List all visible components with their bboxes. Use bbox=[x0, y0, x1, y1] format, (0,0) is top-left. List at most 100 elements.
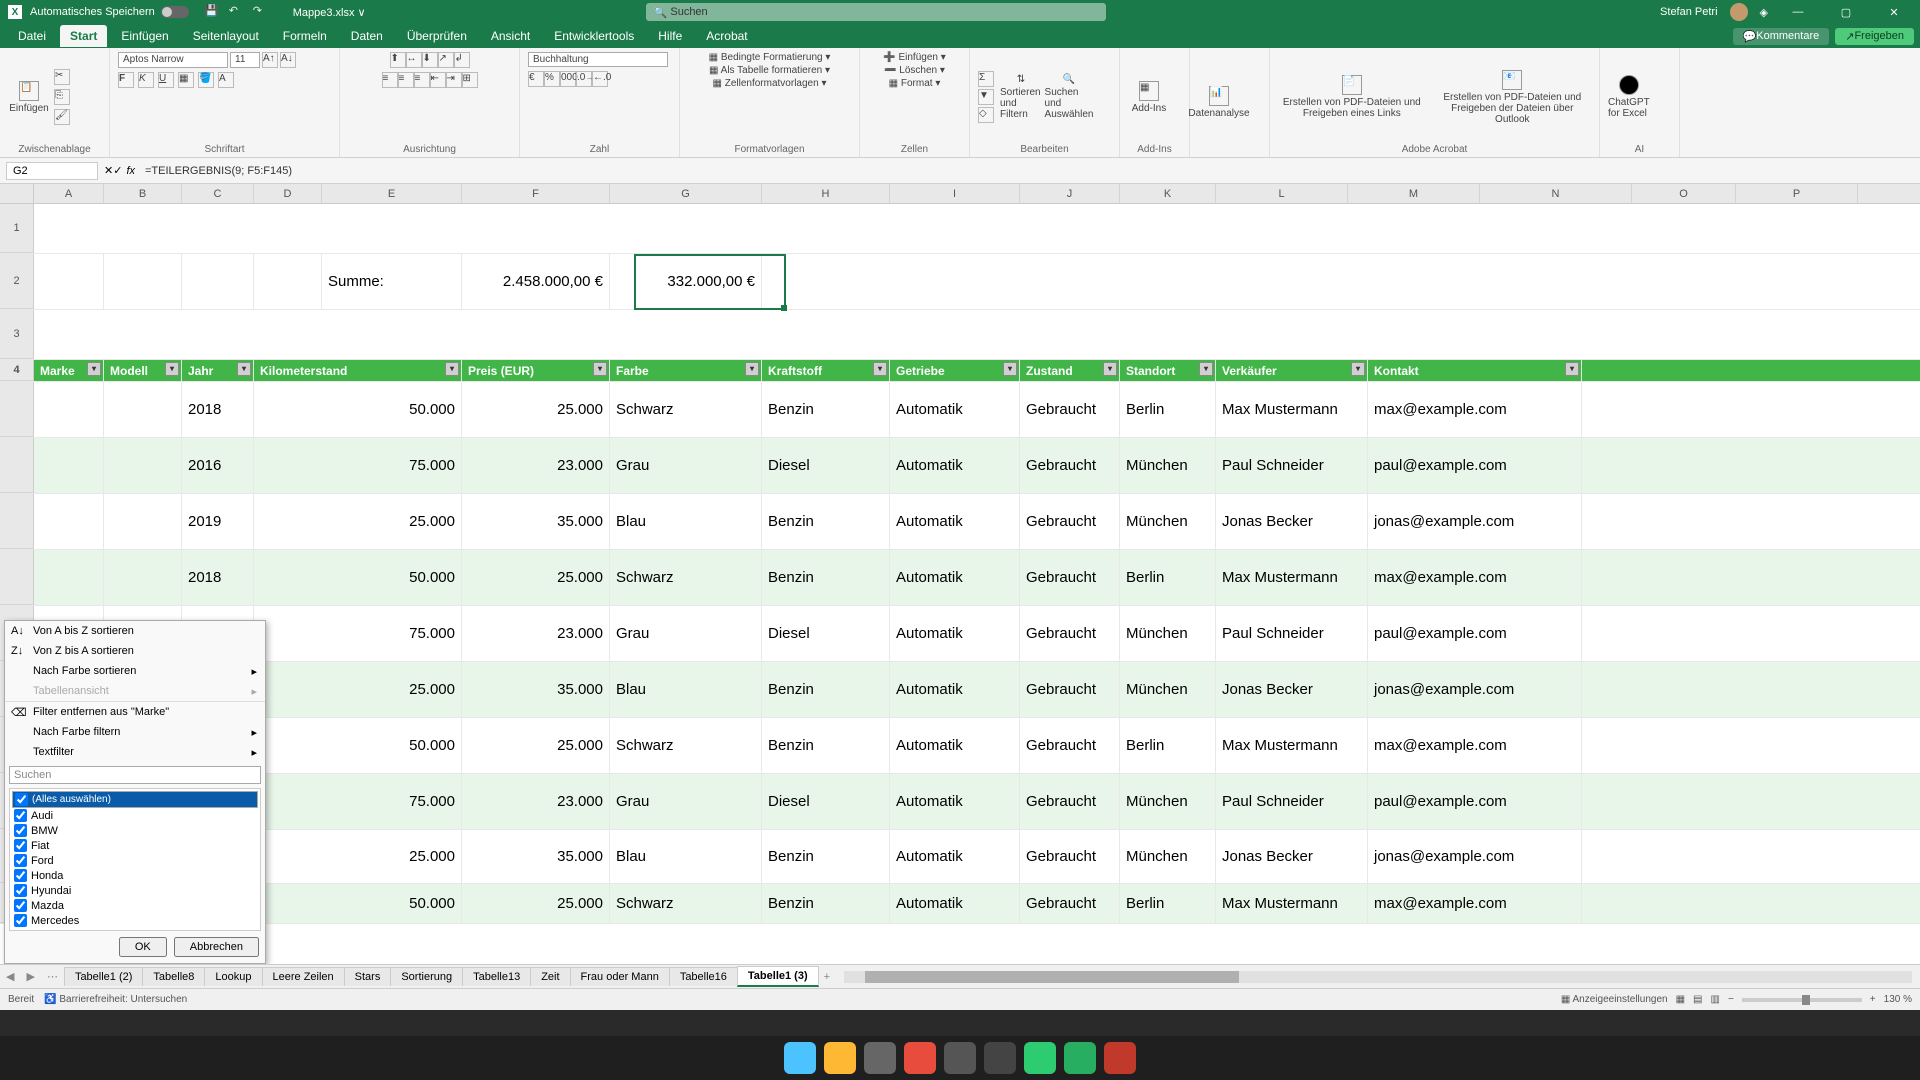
checkbox[interactable] bbox=[14, 854, 27, 867]
cell-farbe[interactable]: Schwarz bbox=[610, 718, 762, 773]
cell-getr[interactable]: Automatik bbox=[890, 718, 1020, 773]
filter-item[interactable]: BMW bbox=[12, 823, 258, 838]
cell-marke[interactable] bbox=[34, 550, 104, 605]
page-break-icon[interactable]: ▥ bbox=[1711, 994, 1720, 1005]
horizontal-scrollbar[interactable] bbox=[844, 971, 1912, 983]
fill-color-icon[interactable]: 🪣 bbox=[198, 72, 214, 88]
align-right-icon[interactable]: ≡ bbox=[414, 72, 430, 88]
filter-item[interactable]: Honda bbox=[12, 868, 258, 883]
taskbar-icon[interactable] bbox=[984, 1042, 1016, 1074]
row-header[interactable] bbox=[0, 382, 34, 437]
checkbox[interactable] bbox=[14, 869, 27, 882]
cell-farbe[interactable]: Blau bbox=[610, 662, 762, 717]
toggle-switch-icon[interactable] bbox=[161, 6, 189, 18]
col-header-n[interactable]: N bbox=[1480, 184, 1632, 203]
checkbox[interactable] bbox=[14, 914, 27, 927]
cell-farbe[interactable]: Schwarz bbox=[610, 884, 762, 923]
cell-zust[interactable]: Gebraucht bbox=[1020, 662, 1120, 717]
checkbox[interactable] bbox=[14, 839, 27, 852]
filter-item[interactable]: Audi bbox=[12, 808, 258, 823]
display-settings-button[interactable]: ▦ Anzeigeeinstellungen bbox=[1561, 994, 1668, 1005]
decimal-inc-icon[interactable]: .0→ bbox=[576, 71, 592, 87]
th-modell[interactable]: Modell▾ bbox=[104, 360, 182, 381]
font-size-select[interactable]: 11 bbox=[230, 52, 260, 68]
cell-kontakt[interactable]: max@example.com bbox=[1368, 718, 1582, 773]
row-header[interactable]: 1 bbox=[0, 204, 34, 253]
th-preis[interactable]: Preis (EUR)▾ bbox=[462, 360, 610, 381]
cell-kontakt[interactable]: max@example.com bbox=[1368, 382, 1582, 437]
decrease-font-icon[interactable]: A↓ bbox=[280, 52, 296, 68]
find-select-button[interactable]: 🔍Suchen und Auswählen bbox=[1048, 74, 1090, 120]
checkbox[interactable] bbox=[14, 884, 27, 897]
cell-jahr[interactable]: 2018 bbox=[182, 382, 254, 437]
filter-ok-button[interactable]: OK bbox=[119, 937, 167, 957]
cell-zust[interactable]: Gebraucht bbox=[1020, 830, 1120, 883]
cell-zust[interactable]: Gebraucht bbox=[1020, 550, 1120, 605]
taskbar-icon[interactable] bbox=[1024, 1042, 1056, 1074]
cell-verk[interactable]: Paul Schneider bbox=[1216, 438, 1368, 493]
cut-icon[interactable]: ✂ bbox=[54, 69, 70, 85]
new-sheet-button[interactable]: + bbox=[818, 971, 836, 983]
cell-zust[interactable]: Gebraucht bbox=[1020, 606, 1120, 661]
cell-verk[interactable]: Jonas Becker bbox=[1216, 494, 1368, 549]
filename[interactable]: Mappe3.xlsx ∨ bbox=[293, 6, 366, 19]
row-header[interactable] bbox=[0, 550, 34, 605]
data-analysis-button[interactable]: 📊Datenanalyse bbox=[1198, 86, 1240, 119]
pdf-outlook-button[interactable]: 📧Erstellen von PDF-Dateien und Freigeben… bbox=[1434, 70, 1591, 125]
addins-button[interactable]: ▦Add-Ins bbox=[1128, 81, 1170, 114]
percent-icon[interactable]: % bbox=[544, 71, 560, 87]
cell-getr[interactable]: Automatik bbox=[890, 382, 1020, 437]
cell-ort[interactable]: München bbox=[1120, 494, 1216, 549]
clear-icon[interactable]: ◇ bbox=[978, 107, 994, 123]
wrap-icon[interactable]: ↲ bbox=[454, 52, 470, 68]
cond-format-button[interactable]: ▦ Bedingte Formatierung ▾ bbox=[709, 52, 831, 63]
taskbar-icon[interactable] bbox=[824, 1042, 856, 1074]
cell-getr[interactable]: Automatik bbox=[890, 830, 1020, 883]
sort-color-item[interactable]: Nach Farbe sortieren▸ bbox=[5, 661, 265, 681]
cell-kraft[interactable]: Benzin bbox=[762, 884, 890, 923]
cell-km[interactable]: 50.000 bbox=[254, 884, 462, 923]
share-button[interactable]: ↗ Freigeben bbox=[1835, 28, 1914, 45]
cell-modell[interactable] bbox=[104, 494, 182, 549]
cell-preis[interactable]: 25.000 bbox=[462, 718, 610, 773]
sheet-tab[interactable]: Sortierung bbox=[390, 967, 463, 986]
tab-datei[interactable]: Datei bbox=[8, 25, 56, 47]
cell-verk[interactable]: Max Mustermann bbox=[1216, 550, 1368, 605]
cell-kraft[interactable]: Benzin bbox=[762, 830, 890, 883]
cell-kontakt[interactable]: jonas@example.com bbox=[1368, 830, 1582, 883]
col-header-p[interactable]: P bbox=[1736, 184, 1858, 203]
cell-getr[interactable]: Automatik bbox=[890, 494, 1020, 549]
checkbox[interactable] bbox=[15, 793, 28, 806]
cell-km[interactable]: 75.000 bbox=[254, 606, 462, 661]
underline-icon[interactable]: U bbox=[158, 72, 174, 88]
cell-verk[interactable]: Jonas Becker bbox=[1216, 830, 1368, 883]
row-header[interactable] bbox=[0, 494, 34, 549]
cell-km[interactable]: 75.000 bbox=[254, 774, 462, 829]
cell-verk[interactable]: Paul Schneider bbox=[1216, 606, 1368, 661]
filter-item[interactable]: Ford bbox=[12, 853, 258, 868]
format-painter-icon[interactable]: 🖌 bbox=[54, 109, 70, 125]
close-button[interactable]: ✕ bbox=[1876, 0, 1912, 24]
sort-az-item[interactable]: A↓Von A bis Z sortieren bbox=[5, 621, 265, 641]
align-top-icon[interactable]: ⬆ bbox=[390, 52, 406, 68]
filter-item[interactable]: Fiat bbox=[12, 838, 258, 853]
cell-farbe[interactable]: Grau bbox=[610, 606, 762, 661]
cell-verk[interactable]: Max Mustermann bbox=[1216, 382, 1368, 437]
cell-preis[interactable]: 35.000 bbox=[462, 830, 610, 883]
tab-entwicklertools[interactable]: Entwicklertools bbox=[544, 25, 644, 47]
comma-icon[interactable]: 000 bbox=[560, 71, 576, 87]
cell-ort[interactable]: Berlin bbox=[1120, 382, 1216, 437]
filter-item[interactable]: Hyundai bbox=[12, 883, 258, 898]
currency-icon[interactable]: € bbox=[528, 71, 544, 87]
avatar-icon[interactable] bbox=[1730, 3, 1748, 21]
tab-daten[interactable]: Daten bbox=[341, 25, 393, 47]
filter-item[interactable]: Mercedes bbox=[12, 913, 258, 928]
bold-icon[interactable]: F bbox=[118, 72, 134, 88]
taskbar-icon[interactable] bbox=[1064, 1042, 1096, 1074]
cell-zust[interactable]: Gebraucht bbox=[1020, 438, 1120, 493]
cell-km[interactable]: 25.000 bbox=[254, 662, 462, 717]
cell-kontakt[interactable]: paul@example.com bbox=[1368, 606, 1582, 661]
cell-zust[interactable]: Gebraucht bbox=[1020, 718, 1120, 773]
zoom-out-button[interactable]: − bbox=[1728, 994, 1734, 1005]
tab-hilfe[interactable]: Hilfe bbox=[648, 25, 692, 47]
